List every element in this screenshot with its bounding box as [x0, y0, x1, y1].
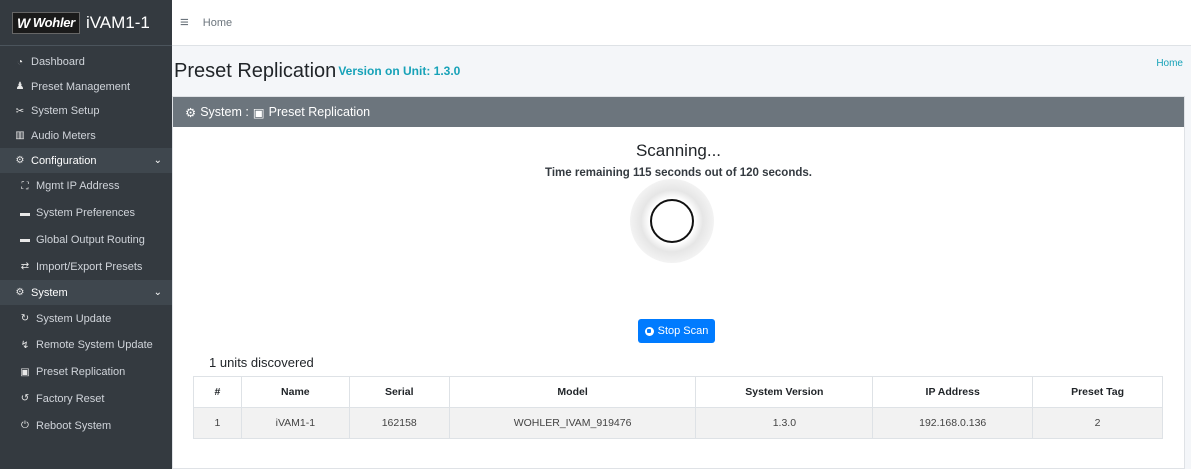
sidebar-item-system-setup[interactable]: ✂ System Setup: [0, 99, 172, 124]
stop-scan-button[interactable]: Stop Scan: [638, 319, 715, 343]
sidebar: W Wohler iVAM1-1 ◔ Dashboard ♟ Preset Man…: [0, 0, 172, 469]
page-header: Preset Replication Version on Unit: 1.3.…: [172, 46, 1191, 96]
breadcrumb-home[interactable]: Home: [1156, 58, 1183, 69]
gears-icon: ⚙: [15, 287, 25, 299]
sidebar-item-global-output-routing[interactable]: ▬ Global Output Routing: [0, 227, 172, 254]
sidebar-item-label: Remote System Update: [36, 339, 153, 352]
unit-version: Version on Unit: 1.3.0: [338, 64, 461, 78]
discovered-units-table: # Name Serial Model System Version IP Ad…: [193, 376, 1163, 439]
sidebar-item-label: System Setup: [31, 105, 100, 118]
card-header: ⚙ System : ▣ Preset Replication: [173, 97, 1184, 127]
page-title: Preset Replication: [174, 59, 337, 82]
sidebar-item-remote-system-update[interactable]: ↯ Remote System Update: [0, 332, 172, 359]
table-cell: iVAM1-1: [240, 407, 350, 439]
hamburger-menu-icon[interactable]: ≡: [180, 14, 189, 31]
units-discovered-count: 1 units discovered: [209, 355, 314, 370]
main-content: Preset Replication Version on Unit: 1.3.…: [172, 46, 1191, 469]
satellite-icon: ↯: [20, 339, 30, 351]
sidebar-item-label: Preset Management: [31, 80, 131, 93]
gears-icon: ⚙: [185, 105, 197, 120]
sidebar-group-configuration[interactable]: ⚙ Configuration ⌄: [0, 148, 172, 173]
meter-icon: ▥: [15, 130, 25, 142]
exchange-icon: ⇄: [20, 261, 30, 273]
sidebar-group-system[interactable]: ⚙ System ⌄: [0, 280, 172, 306]
column-header: Preset Tag: [1032, 376, 1163, 408]
refresh-icon: ↻: [20, 313, 30, 325]
wohler-logo: W Wohler: [12, 11, 80, 34]
sidebar-item-label: Mgmt IP Address: [36, 180, 120, 193]
table-header-row: # Name Serial Model System Version IP Ad…: [193, 376, 1163, 408]
sidebar-item-label: Import/Export Presets: [36, 260, 143, 273]
sidebar-item-label: Global Output Routing: [36, 233, 145, 246]
sidebar-item-reboot-system[interactable]: ⏻ Reboot System: [0, 412, 172, 439]
table-cell: 1: [193, 407, 242, 439]
table-cell: 2: [1032, 407, 1163, 439]
brand[interactable]: W Wohler iVAM1-1: [0, 0, 172, 46]
sidebar-item-label: Audio Meters: [31, 129, 96, 142]
sidebar-group-label: System: [31, 286, 68, 299]
sidebar-item-factory-reset[interactable]: ↺ Factory Reset: [0, 386, 172, 413]
spinner-ring: [650, 199, 694, 243]
preset-replication-card: ⚙ System : ▣ Preset Replication Scanning…: [172, 96, 1185, 469]
table-row[interactable]: 1 iVAM1-1 162158 WOHLER_IVAM_919476 1.3.…: [193, 407, 1163, 439]
sidebar-item-preset-replication[interactable]: ▣ Preset Replication: [0, 359, 172, 386]
column-header: IP Address: [872, 376, 1034, 408]
sidebar-item-label: Dashboard: [31, 56, 85, 69]
top-navbar: ≡ Home: [172, 0, 1191, 46]
gear-icon: ⚙: [15, 155, 25, 166]
column-header: System Version: [695, 376, 874, 408]
network-icon: ⛶: [21, 180, 29, 192]
sidebar-item-mgmt-ip-address[interactable]: ⛶ Mgmt IP Address: [0, 173, 172, 200]
scan-status-title: Scanning...: [635, 141, 722, 160]
table-cell: 1.3.0: [695, 407, 874, 439]
scan-spinner: [630, 179, 714, 263]
chevron-down-icon: ⌄: [153, 287, 162, 299]
brand-title: iVAM1-1: [85, 12, 150, 32]
sidebar-item-dashboard[interactable]: ◔ Dashboard: [0, 50, 172, 75]
table-cell: 192.168.0.136: [872, 407, 1034, 439]
clone-icon: ▣: [20, 366, 30, 378]
column-header: #: [193, 376, 242, 408]
sidebar-nav: ◔ Dashboard ♟ Preset Management ✂ System…: [0, 50, 172, 439]
sidebar-item-label: System Preferences: [36, 207, 136, 220]
sidebar-item-import-export-presets[interactable]: ⇄ Import/Export Presets: [0, 253, 172, 280]
sidebar-item-label: Preset Replication: [36, 366, 126, 379]
routing-icon: ▬: [20, 234, 30, 246]
undo-icon: ↺: [20, 393, 30, 405]
sidebar-item-audio-meters[interactable]: ▥ Audio Meters: [0, 124, 172, 149]
chevron-down-icon: ⌄: [153, 155, 162, 166]
display-icon: ▬: [20, 207, 30, 219]
column-header: Serial: [348, 376, 450, 408]
sidebar-item-preset-management[interactable]: ♟ Preset Management: [0, 75, 172, 100]
power-icon: ⏻: [21, 420, 29, 432]
column-header: Name: [240, 376, 350, 408]
sidebar-item-system-update[interactable]: ↻ System Update: [0, 305, 172, 332]
scan-time-remaining: Time remaining 115 seconds out of 120 se…: [545, 167, 812, 179]
clone-icon: ▣: [252, 105, 265, 120]
top-home-link[interactable]: Home: [203, 17, 232, 29]
card-header-system: System :: [200, 105, 249, 119]
table-cell: WOHLER_IVAM_919476: [448, 407, 697, 439]
user-icon: ♟: [15, 81, 25, 93]
sidebar-group-label: Configuration: [31, 154, 97, 167]
sidebar-item-label: System Update: [36, 312, 112, 325]
sidebar-item-label: Reboot System: [36, 419, 112, 432]
table-cell: 162158: [348, 407, 450, 439]
stop-icon: [644, 326, 654, 336]
tools-icon: ✂: [15, 105, 25, 117]
sidebar-item-label: Factory Reset: [36, 392, 105, 405]
sidebar-item-system-preferences[interactable]: ▬ System Preferences: [0, 200, 172, 227]
column-header: Model: [448, 376, 697, 408]
card-header-page: Preset Replication: [268, 105, 371, 119]
stop-scan-label: Stop Scan: [657, 325, 709, 337]
dashboard-icon: ◔: [16, 56, 24, 68]
